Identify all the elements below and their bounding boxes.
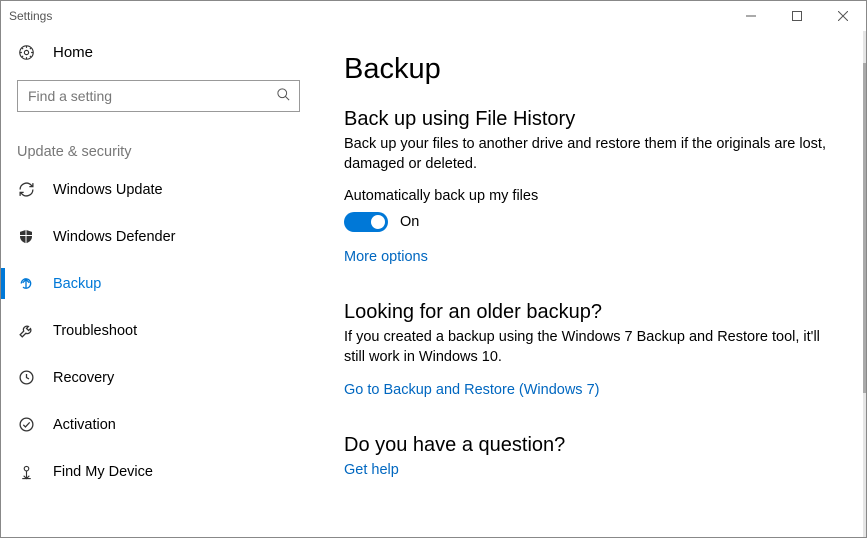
section-older-backup: Looking for an older backup? If you crea… (344, 301, 826, 406)
sidebar-item-label: Backup (53, 276, 101, 292)
section-heading: Looking for an older backup? (344, 301, 826, 324)
sidebar-item-find-my-device[interactable]: Find My Device (1, 448, 316, 495)
section-file-history: Back up using File History Back up your … (344, 108, 826, 273)
sidebar-item-windows-defender[interactable]: Windows Defender (1, 213, 316, 260)
window-title: Settings (9, 9, 728, 23)
section-heading: Do you have a question? (344, 434, 826, 457)
sidebar-home[interactable]: Home (1, 35, 316, 70)
sidebar: Home Update & security Windows Update (1, 31, 316, 537)
more-options-link[interactable]: More options (344, 249, 428, 265)
search-box[interactable] (17, 80, 300, 112)
sidebar-item-troubleshoot[interactable]: Troubleshoot (1, 307, 316, 354)
get-help-link[interactable]: Get help (344, 462, 399, 478)
home-icon (17, 44, 35, 61)
recovery-icon (17, 369, 35, 386)
toggle-state: On (400, 214, 419, 230)
search-icon (276, 87, 291, 105)
scrollbar-thumb[interactable] (863, 63, 866, 393)
main-content: Backup Back up using File History Back u… (316, 31, 866, 537)
toggle-knob (371, 215, 385, 229)
page-title: Backup (344, 53, 826, 86)
sync-icon (17, 181, 35, 198)
sidebar-item-activation[interactable]: Activation (1, 401, 316, 448)
close-button[interactable] (820, 1, 866, 31)
sidebar-home-label: Home (53, 44, 93, 61)
toggle-label: Automatically back up my files (344, 188, 826, 204)
sidebar-item-label: Activation (53, 417, 116, 433)
sidebar-item-label: Recovery (53, 370, 114, 386)
sidebar-item-label: Windows Update (53, 182, 163, 198)
sidebar-item-windows-update[interactable]: Windows Update (1, 166, 316, 213)
auto-backup-toggle[interactable] (344, 212, 388, 232)
titlebar: Settings (1, 1, 866, 31)
section-heading: Back up using File History (344, 108, 826, 131)
section-help: Do you have a question? Get help (344, 434, 826, 486)
sidebar-item-label: Troubleshoot (53, 323, 137, 339)
shield-icon (17, 228, 35, 245)
backup-icon (17, 275, 35, 292)
section-description: Back up your files to another drive and … (344, 135, 826, 174)
sidebar-item-recovery[interactable]: Recovery (1, 354, 316, 401)
sidebar-item-label: Find My Device (53, 464, 153, 480)
search-input[interactable] (28, 88, 276, 104)
sidebar-item-label: Windows Defender (53, 229, 176, 245)
check-circle-icon (17, 416, 35, 433)
section-description: If you created a backup using the Window… (344, 328, 826, 367)
sidebar-category: Update & security (1, 116, 316, 166)
minimize-button[interactable] (728, 1, 774, 31)
sidebar-item-backup[interactable]: Backup (1, 260, 316, 307)
maximize-button[interactable] (774, 1, 820, 31)
backup-restore-win7-link[interactable]: Go to Backup and Restore (Windows 7) (344, 382, 599, 398)
wrench-icon (17, 322, 35, 339)
find-device-icon (17, 463, 35, 480)
